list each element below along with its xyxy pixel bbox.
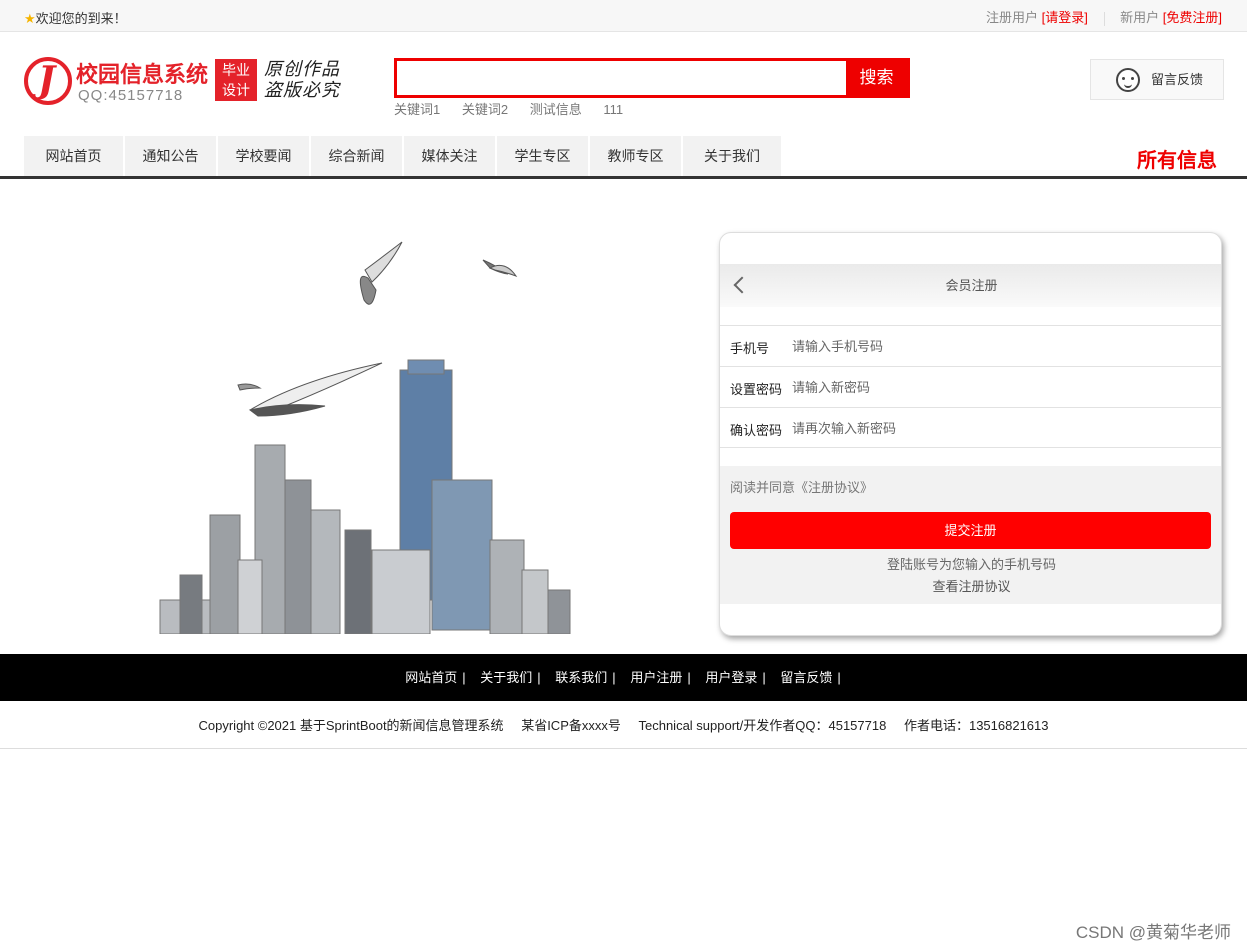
- footer-link-home[interactable]: 网站首页: [405, 670, 457, 685]
- welcome-text: ★欢迎您的到来！: [24, 11, 127, 26]
- hot-keyword-link[interactable]: 关键词2: [462, 102, 508, 117]
- phone-input[interactable]: [792, 332, 1192, 360]
- footer-link-login[interactable]: 用户登录: [705, 670, 757, 685]
- support-text: Technical support/开发作者QQ：45157718: [638, 718, 887, 733]
- hot-keyword-link[interactable]: 111: [603, 102, 623, 117]
- free-register-link[interactable]: [免费注册]: [1163, 10, 1222, 25]
- footer-link-register[interactable]: 用户注册: [630, 670, 682, 685]
- phone-text: 作者电话：13516821613: [903, 718, 1049, 733]
- register-panel: 会员注册 手机号 设置密码 确认密码 阅读并同意《注册协议》 提交注册 登陆账号…: [719, 232, 1222, 636]
- nav-item-home[interactable]: 网站首页: [24, 136, 123, 176]
- top-links: 注册用户 [请登录] 新用户 [免费注册]: [986, 7, 1222, 26]
- back-chevron-icon[interactable]: [733, 276, 751, 294]
- feedback-label: 留言反馈: [1151, 72, 1204, 87]
- register-title: 会员注册: [945, 278, 998, 293]
- all-info-link[interactable]: 所有信息: [1137, 144, 1217, 173]
- footer-link-feedback[interactable]: 留言反馈: [780, 670, 832, 685]
- view-agreement-link[interactable]: 查看注册协议: [720, 576, 1221, 595]
- feedback-button[interactable]: 留言反馈: [1090, 59, 1224, 100]
- nav-item-notices[interactable]: 通知公告: [125, 136, 216, 176]
- confirm-password-label: 确认密码: [730, 423, 783, 438]
- password-input[interactable]: [792, 373, 1192, 401]
- submit-register-button[interactable]: 提交注册: [730, 512, 1211, 549]
- register-form: 手机号 设置密码 确认密码: [720, 325, 1221, 448]
- logo-slogan: 原创作品 盗版必究: [264, 59, 340, 101]
- city-skyline-illustration: [159, 241, 571, 634]
- nav-item-school-news[interactable]: 学校要闻: [218, 136, 309, 176]
- copyright-text: Copyright ©2021 基于SprintBoot的新闻信息管理系统: [198, 718, 504, 733]
- hot-keywords: 关键词1 关键词2 测试信息 111: [394, 99, 641, 118]
- new-user-label: 新用户: [1120, 10, 1160, 25]
- copyright-bar: Copyright ©2021 基于SprintBoot的新闻信息管理系统 某省…: [0, 701, 1247, 749]
- agreement-text[interactable]: 阅读并同意《注册协议》: [730, 477, 873, 496]
- confirm-password-input[interactable]: [792, 414, 1192, 442]
- search-input[interactable]: [397, 61, 847, 95]
- star-icon: ★: [24, 11, 36, 26]
- nav-item-general-news[interactable]: 综合新闻: [311, 136, 402, 176]
- password-row: 设置密码: [720, 366, 1221, 407]
- register-actions: 阅读并同意《注册协议》 提交注册 登陆账号为您输入的手机号码 查看注册协议: [720, 466, 1221, 604]
- search-button[interactable]: 搜索: [846, 61, 907, 95]
- site-logo[interactable]: 校园信息系统 QQ:45157718 毕业 设计 原创作品 盗版必究: [24, 57, 344, 107]
- csdn-watermark: CSDN @黄菊华老师: [1075, 923, 1231, 942]
- hot-keyword-link[interactable]: 关键词1: [394, 102, 440, 117]
- phone-label: 手机号: [730, 341, 770, 356]
- site-qq: QQ:45157718: [78, 87, 184, 104]
- register-header: 会员注册: [720, 264, 1221, 307]
- logo-mark-icon: [24, 57, 72, 105]
- footer-nav: 网站首页 | 关于我们 | 联系我们 | 用户注册 | 用户登录 | 留言反馈 |: [0, 654, 1247, 701]
- footer-link-contact[interactable]: 联系我们: [555, 670, 607, 685]
- nav-item-about[interactable]: 关于我们: [683, 136, 781, 176]
- top-divider: [1103, 11, 1105, 26]
- nav-item-teachers[interactable]: 教师专区: [590, 136, 681, 176]
- search-box: 搜索: [394, 58, 910, 98]
- confirm-password-row: 确认密码: [720, 407, 1221, 448]
- login-link[interactable]: [请登录]: [1042, 10, 1088, 25]
- footer-link-about[interactable]: 关于我们: [480, 670, 532, 685]
- nav-item-media[interactable]: 媒体关注: [404, 136, 495, 176]
- register-user-label: 注册用户: [986, 10, 1039, 25]
- password-label: 设置密码: [730, 382, 783, 397]
- service-avatar-icon: [1116, 68, 1140, 92]
- top-bar: ★欢迎您的到来！ 注册用户 [请登录] 新用户 [免费注册]: [0, 0, 1247, 32]
- nav-divider: [0, 176, 1247, 179]
- nav-item-students[interactable]: 学生专区: [497, 136, 588, 176]
- phone-row: 手机号: [720, 325, 1221, 366]
- account-hint: 登陆账号为您输入的手机号码: [886, 557, 1056, 572]
- main-nav: 网站首页 通知公告 学校要闻 综合新闻 媒体关注 学生专区 教师专区 关于我们: [24, 136, 783, 176]
- graduation-badge: 毕业 设计: [215, 59, 257, 101]
- icp-text: 某省ICP备xxxx号: [521, 718, 621, 733]
- site-name: 校园信息系统: [76, 62, 209, 87]
- hot-keyword-link[interactable]: 测试信息: [530, 102, 582, 117]
